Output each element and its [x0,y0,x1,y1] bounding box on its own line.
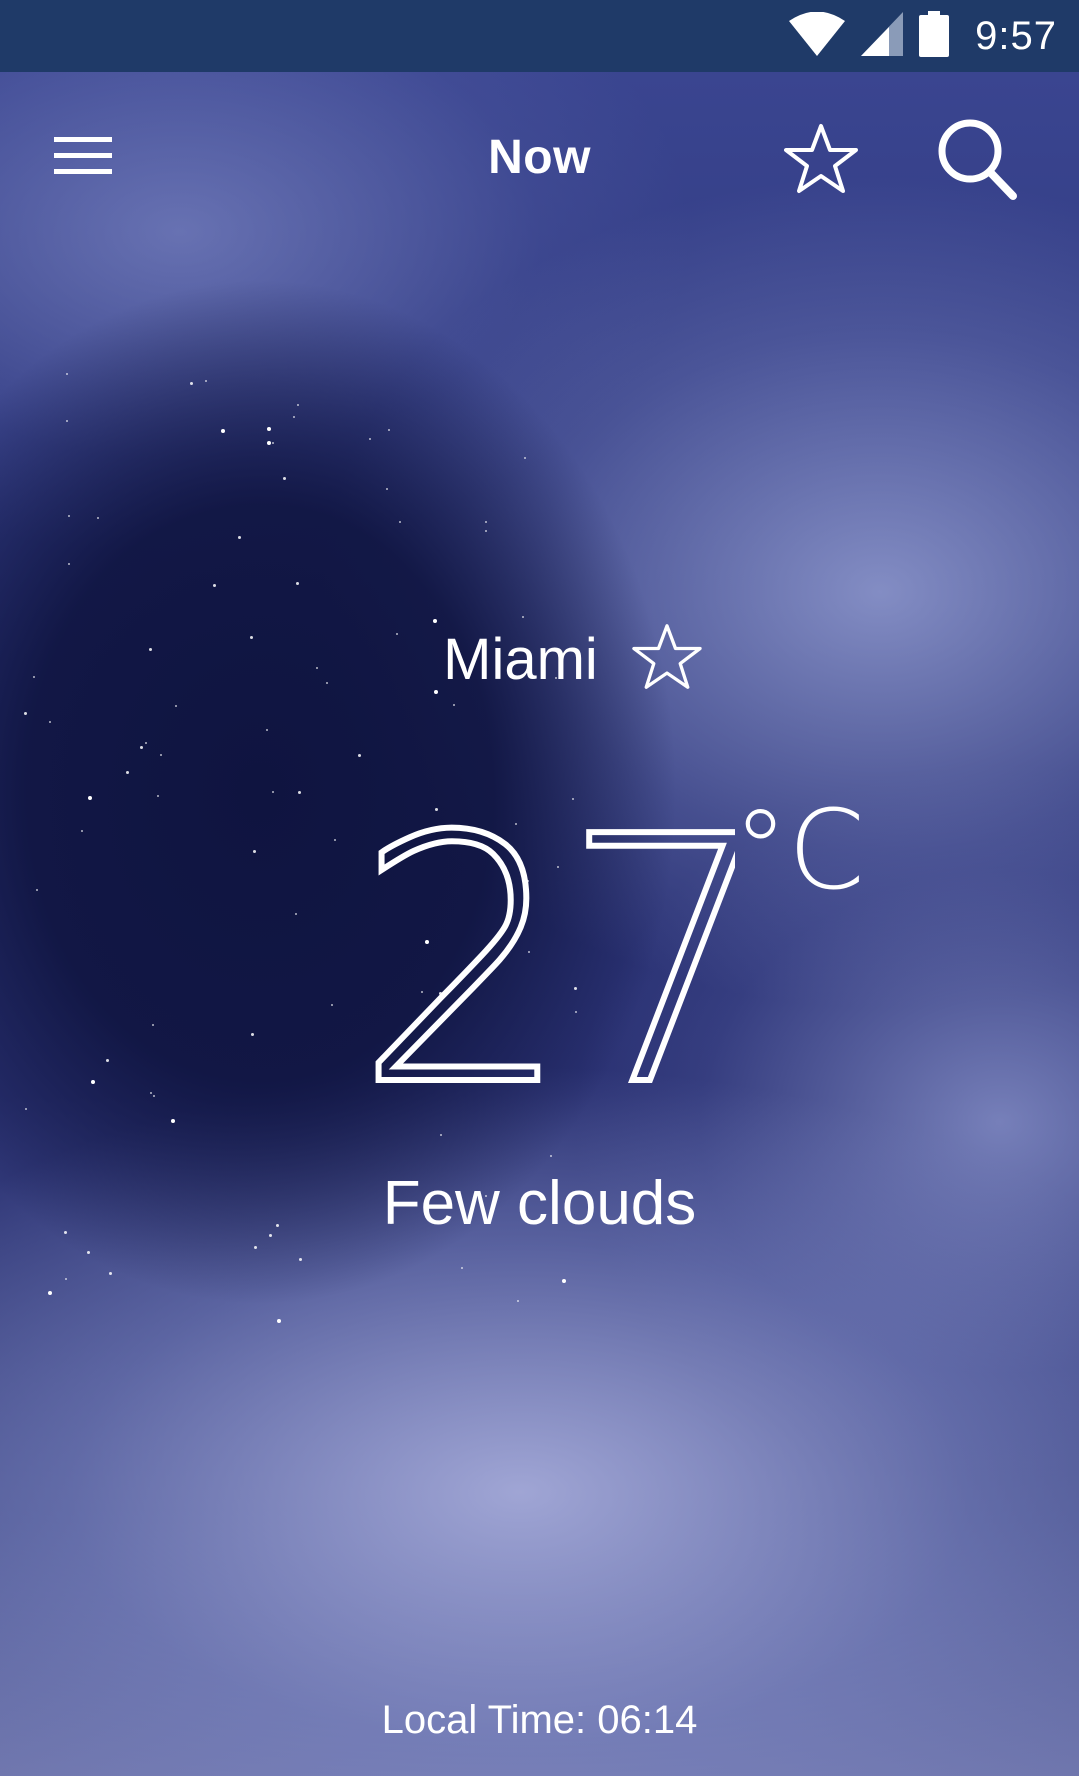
background-star [296,404,299,407]
background-star [272,791,275,794]
background-star [87,1250,91,1254]
weather-condition: Few clouds [382,1169,697,1238]
background-star [272,442,275,445]
background-star [24,1108,27,1111]
temperature-unit: °C [733,786,865,914]
background-star [106,1059,110,1063]
background-star [452,703,455,706]
background-star [205,379,208,382]
battery-icon [919,10,950,62]
favorites-button[interactable] [776,116,866,206]
background-star [276,1319,281,1324]
background-star [267,441,272,446]
app-bar: Now [0,72,1079,242]
status-icons: 9:57 [789,0,1057,72]
background-star [156,795,159,798]
city-row: Miami [0,620,1079,698]
background-star [190,381,194,385]
background-star [330,1004,333,1007]
background-star [299,1258,303,1262]
background-star [385,488,388,490]
star-outline-icon [784,123,858,200]
background-star [81,830,84,833]
background-star [562,1278,567,1283]
background-star [252,849,256,853]
background-star [174,704,177,707]
background-star [485,520,488,523]
background-star [151,1023,154,1026]
background-star [48,721,51,724]
background-star [125,771,129,775]
background-star [68,562,71,565]
temperature-value: 27 [355,790,735,1110]
background-star [140,745,144,749]
background-star [253,1246,257,1250]
background-star [293,416,296,419]
background-star [237,535,241,539]
cell-signal-icon [861,11,904,61]
page-title: Now [488,131,591,184]
background-star [213,583,217,587]
temperature-value-outline: 27 [355,790,735,1110]
background-star [521,616,524,619]
background-star [297,790,301,794]
background-star [36,888,39,891]
wifi-icon [789,11,846,61]
background-star [266,729,269,732]
background-star [66,420,69,423]
temperature-display: 27 °C [355,790,875,1110]
background-star [388,428,391,431]
background-star [333,839,336,842]
background-star [369,438,372,441]
background-star [171,1118,176,1123]
background-star [250,1032,254,1036]
background-star [152,1095,155,1098]
background-star [160,754,163,757]
background-star [294,912,297,915]
search-button[interactable] [928,112,1028,212]
status-time: 9:57 [975,13,1057,58]
background-star [221,429,226,434]
local-time: Local Time: 06:14 [381,1698,698,1742]
background-star [440,1134,443,1137]
background-star [23,711,27,715]
background-star [357,753,361,757]
background-star [460,1266,463,1269]
background-star [96,516,99,519]
search-icon [937,118,1019,207]
add-city-favorite-button[interactable] [628,620,706,698]
background-star [524,456,527,459]
background-star [87,796,92,801]
background-star [266,427,271,432]
background-star [91,1080,96,1085]
hamburger-menu-icon [54,135,112,182]
background-star [516,1299,519,1302]
background-star [150,1091,153,1094]
background-star [399,520,402,523]
menu-button[interactable] [40,120,126,196]
background-star [484,530,487,533]
star-outline-icon [631,623,703,696]
background-star [64,1278,67,1281]
background-star [295,581,299,585]
background-star [48,1291,53,1296]
background-star [549,1154,552,1157]
city-name: Miami [443,626,598,692]
background-star [65,373,68,375]
background-star [282,477,286,481]
background-star [109,1272,113,1276]
background-star [67,515,70,518]
status-bar: 9:57 [0,0,1079,72]
background-star [145,742,147,745]
